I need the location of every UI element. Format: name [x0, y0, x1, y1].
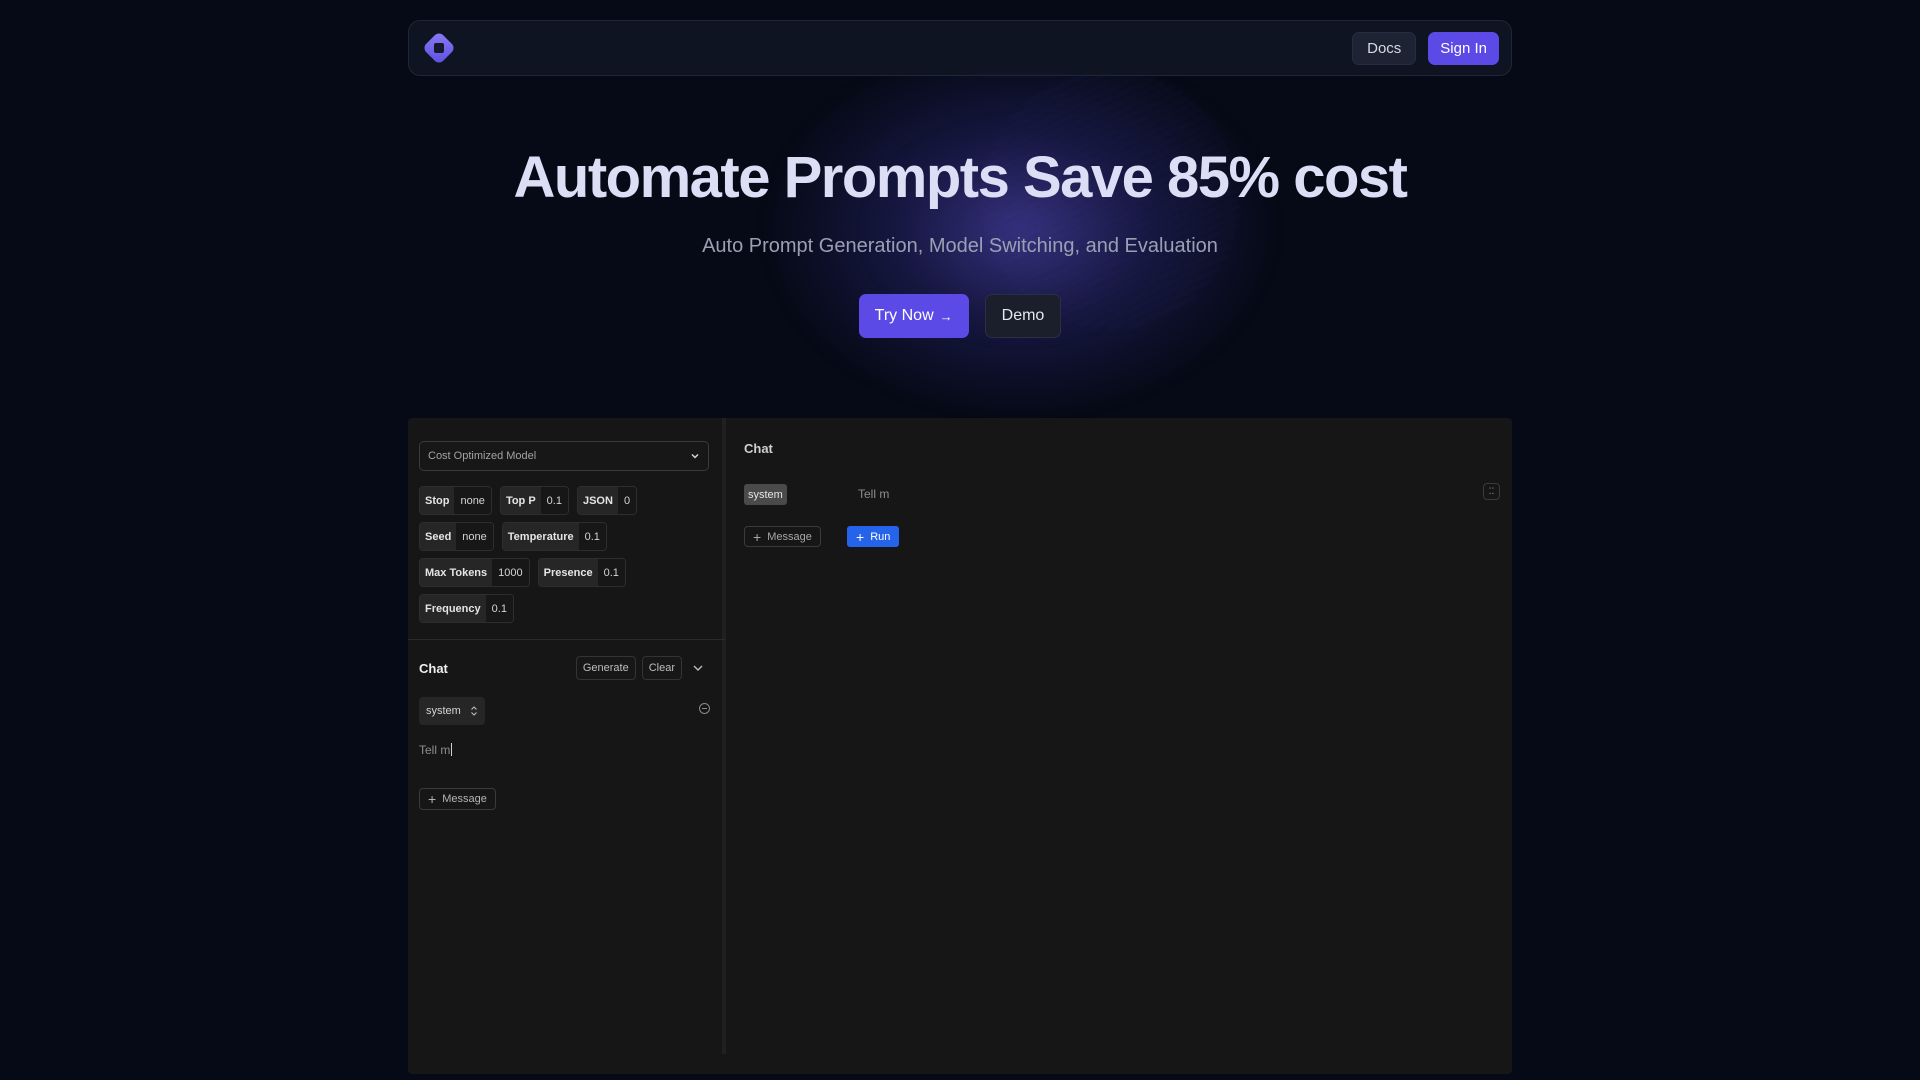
right-chat-title: Chat	[744, 441, 773, 456]
param-label: Stop	[420, 487, 455, 514]
param-presence[interactable]: Presence 0.1	[537, 558, 626, 587]
try-now-label: Try Now	[874, 307, 934, 324]
hero-title: Automate Prompts Save 85% cost	[513, 145, 1408, 210]
param-row: Stop none Top P 0.1 JSON 0	[419, 486, 719, 515]
param-row: Frequency 0.1	[419, 594, 719, 623]
plus-icon: +	[753, 528, 762, 545]
param-value[interactable]: none	[456, 523, 493, 550]
try-now-button[interactable]: Try Now →	[858, 294, 969, 338]
param-max-tokens[interactable]: Max Tokens 1000	[419, 558, 530, 587]
param-label: Frequency	[420, 595, 486, 622]
param-seed[interactable]: Seed none	[419, 522, 494, 551]
add-message-button[interactable]: + Message	[419, 788, 496, 810]
settings-sidebar: Cost Optimized Model Stop none Top P 0.1 J…	[408, 418, 726, 1054]
param-frequency[interactable]: Frequency 0.1	[419, 594, 514, 623]
param-value[interactable]: 0.1	[597, 559, 625, 586]
run-label: Run	[870, 530, 891, 543]
section-divider	[408, 639, 726, 640]
sign-in-button[interactable]: Sign In	[1428, 31, 1499, 65]
chat-actions: Generate Clear	[575, 656, 708, 680]
param-value[interactable]: none	[454, 487, 491, 514]
param-value[interactable]: 1000	[492, 559, 529, 586]
model-select[interactable]: Cost Optimized Model	[419, 441, 709, 471]
param-row: Max Tokens 1000 Presence 0.1	[419, 558, 719, 587]
chevron-down-icon[interactable]	[688, 658, 708, 678]
param-value[interactable]: 0.1	[578, 523, 606, 550]
role-badge[interactable]: system	[744, 484, 787, 505]
param-grid: Stop none Top P 0.1 JSON 0 Seed none Tempera…	[419, 486, 719, 623]
model-select-value: Cost Optimized Model	[428, 450, 537, 462]
message-text: Tell m	[419, 743, 451, 757]
playground-panel: Cost Optimized Model Stop none Top P 0.1 J…	[408, 418, 1512, 1074]
param-label: Seed	[420, 523, 457, 550]
param-stop[interactable]: Stop none	[419, 486, 492, 515]
param-label: Top P	[500, 487, 541, 514]
role-select-value: system	[426, 705, 461, 717]
plus-icon: +	[856, 528, 865, 545]
param-json[interactable]: JSON 0	[576, 486, 638, 515]
hero-actions: Try Now → Demo	[0, 294, 1920, 338]
param-value[interactable]: 0.1	[485, 595, 513, 622]
hero-glow	[760, 40, 1280, 420]
param-label: Max Tokens	[420, 559, 493, 586]
expand-icon[interactable]: ⁚⁚	[1483, 483, 1500, 500]
text-caret	[451, 743, 453, 756]
param-temperature[interactable]: Temperature 0.1	[501, 522, 607, 551]
param-label: Presence	[538, 559, 598, 586]
left-chat-title: Chat	[419, 661, 448, 676]
run-button[interactable]: + Run	[847, 526, 900, 547]
hero-subtitle: Auto Prompt Generation, Model Switching,…	[702, 235, 1218, 257]
chevron-down-icon	[691, 453, 699, 459]
message-editor[interactable]: Tell m	[419, 743, 453, 757]
add-message-label: Message	[442, 793, 487, 805]
right-message-text[interactable]: Tell m	[858, 487, 889, 501]
plus-icon: +	[428, 791, 437, 807]
docs-button[interactable]: Docs	[1352, 31, 1417, 65]
demo-button[interactable]: Demo	[984, 294, 1062, 338]
generate-button[interactable]: Generate	[575, 656, 636, 680]
chevron-up-down-icon	[471, 706, 477, 716]
arrow-right-icon: →	[939, 308, 953, 324]
param-row: Seed none Temperature 0.1	[419, 522, 719, 551]
add-message-label: Message	[767, 530, 812, 543]
param-value[interactable]: 0.1	[540, 487, 568, 514]
param-top-p[interactable]: Top P 0.1	[499, 486, 569, 515]
param-label: Temperature	[502, 523, 579, 550]
right-add-message-button[interactable]: + Message	[744, 526, 821, 547]
param-label: JSON	[577, 487, 618, 514]
diamond-logo-icon[interactable]	[422, 31, 456, 65]
nav-actions: Docs Sign In	[1352, 31, 1499, 65]
role-select[interactable]: system	[419, 697, 485, 725]
param-value[interactable]: 0	[617, 487, 637, 514]
remove-circle-icon[interactable]	[699, 703, 710, 714]
clear-button[interactable]: Clear	[641, 656, 682, 680]
top-navbar: Docs Sign In	[408, 20, 1512, 76]
